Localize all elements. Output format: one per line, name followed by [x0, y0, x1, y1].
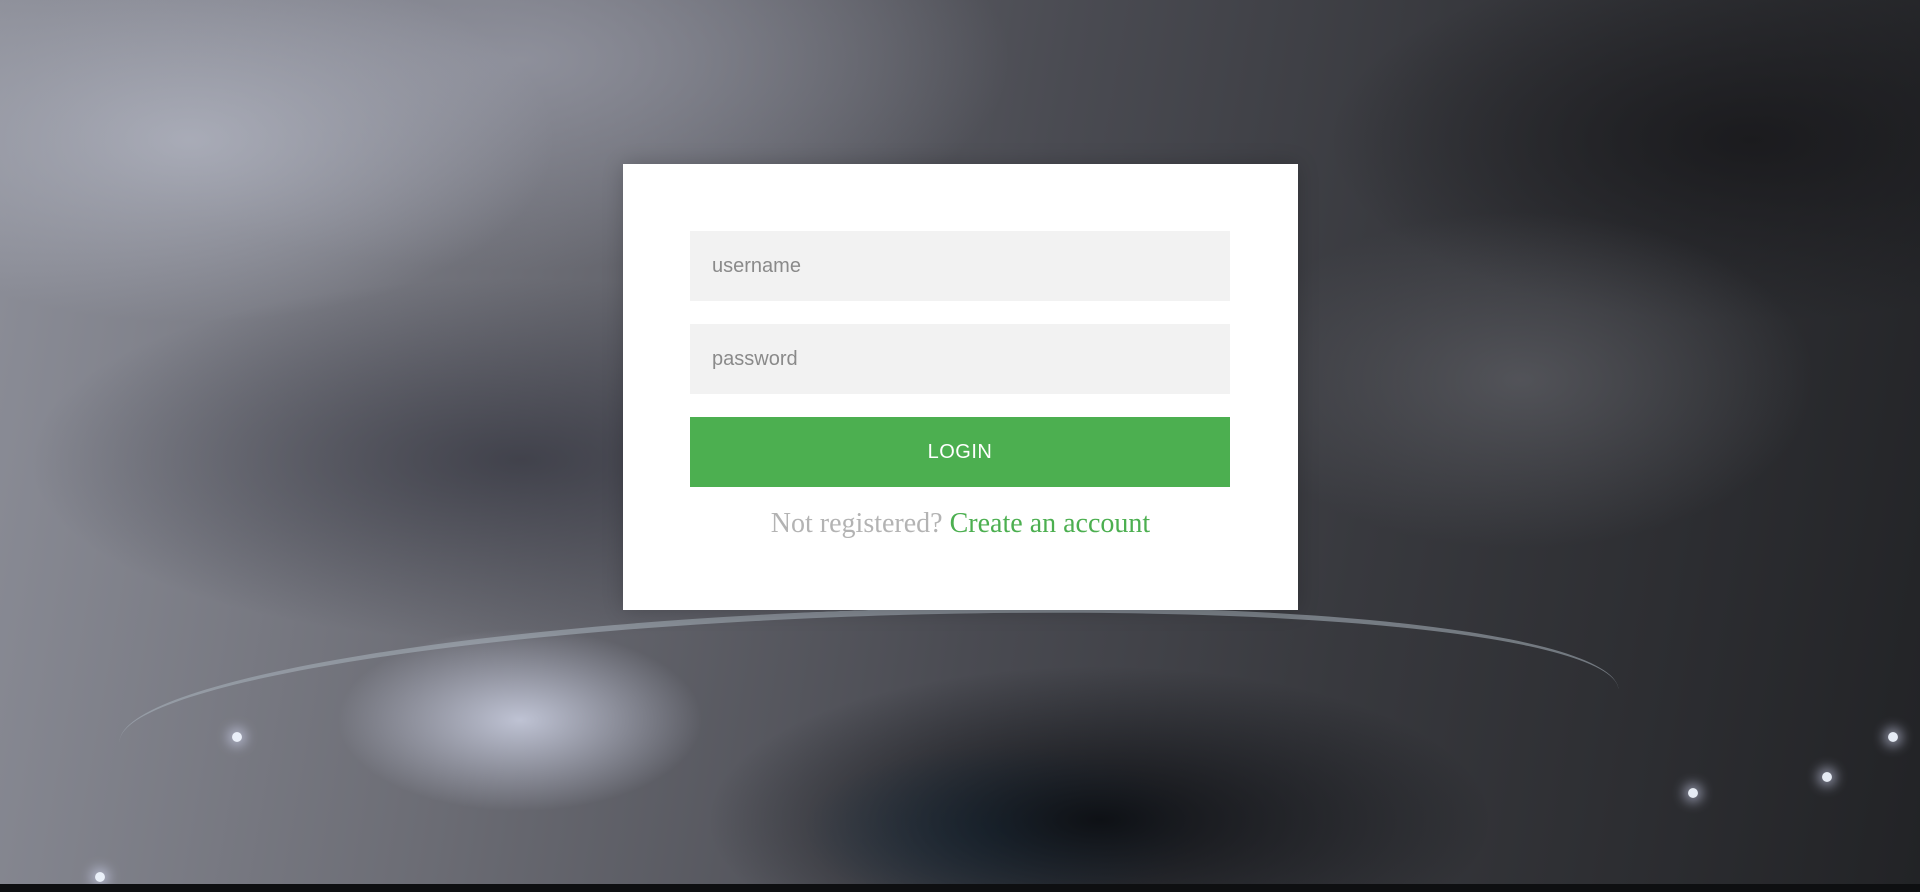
background-sparkle: [232, 732, 242, 742]
background-sparkle: [95, 872, 105, 882]
register-prompt-text: Not registered?: [770, 508, 943, 539]
create-account-link[interactable]: Create an account: [950, 508, 1151, 539]
background-bottom-strip: [0, 884, 1920, 892]
background-sparkle: [1888, 732, 1898, 742]
login-card: LOGIN Not registered? Create an account: [623, 164, 1298, 610]
register-message: Not registered? Create an account: [623, 508, 1298, 540]
username-input[interactable]: [690, 231, 1230, 301]
background-sparkle: [1822, 772, 1832, 782]
login-button[interactable]: LOGIN: [690, 417, 1230, 487]
background-eyelid-shape: [115, 583, 1625, 892]
background-sparkle: [1688, 788, 1698, 798]
password-input[interactable]: [690, 324, 1230, 394]
